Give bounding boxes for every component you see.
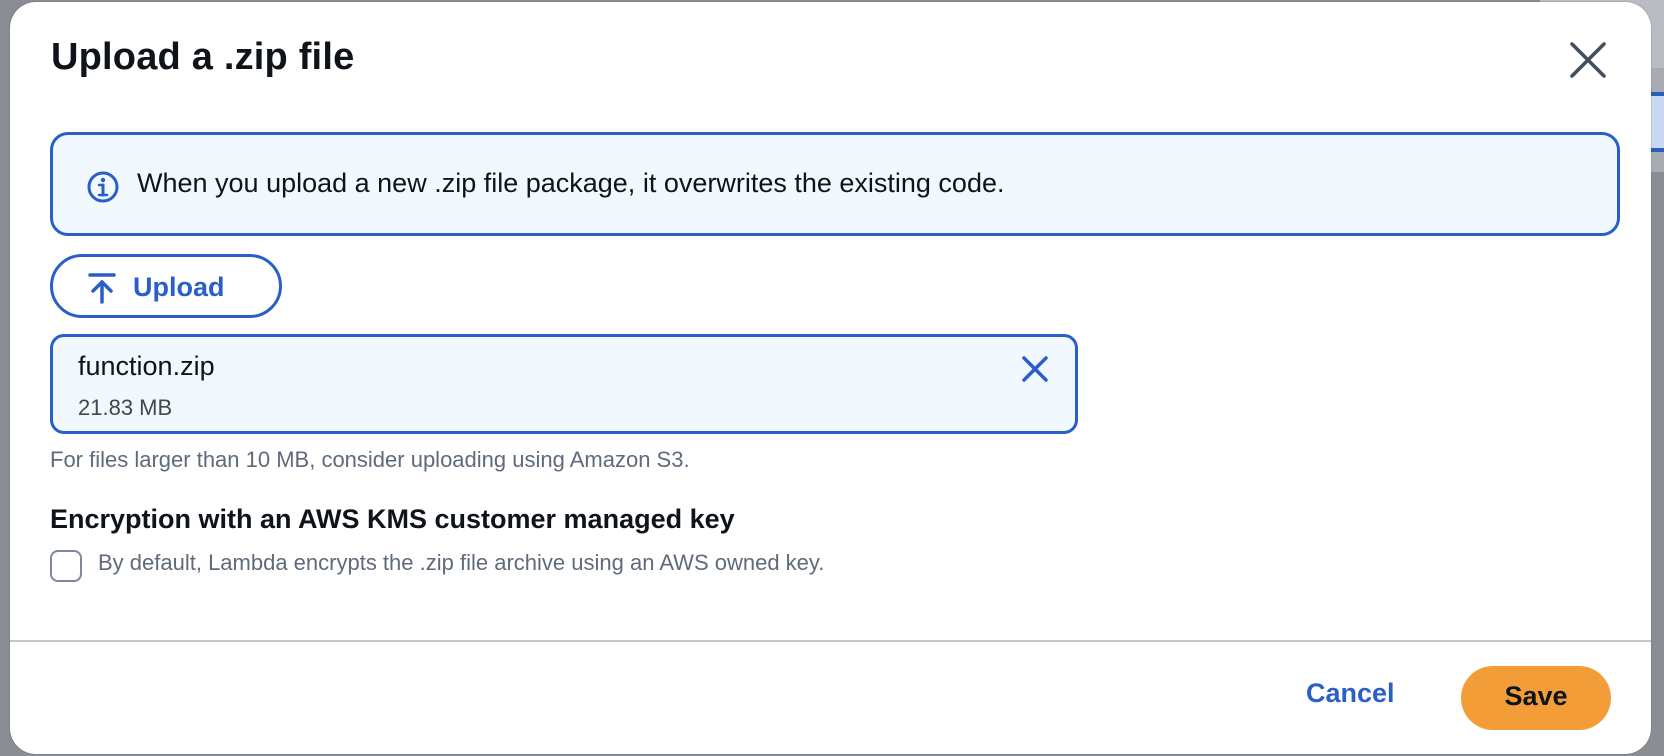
- file-size: 21.83 MB: [78, 395, 173, 420]
- modal-title: Upload a .zip file: [51, 36, 355, 78]
- encryption-checkbox[interactable]: [50, 550, 82, 582]
- save-button-label: Save: [1504, 681, 1568, 711]
- encryption-heading: Encryption with an AWS KMS customer mana…: [50, 504, 735, 534]
- footer-divider: [10, 640, 1651, 642]
- info-message: When you upload a new .zip file package,…: [137, 168, 1005, 198]
- remove-file-icon: [1022, 356, 1048, 382]
- info-icon: [87, 171, 119, 203]
- info-alert: When you upload a new .zip file package,…: [50, 132, 1620, 236]
- close-icon: [1570, 42, 1606, 78]
- upload-button-label: Upload: [133, 272, 225, 302]
- upload-button[interactable]: Upload: [50, 254, 282, 318]
- file-size-hint: For files larger than 10 MB, consider up…: [50, 447, 690, 472]
- selected-file-token: function.zip 21.83 MB: [50, 334, 1078, 434]
- upload-icon: [88, 273, 116, 304]
- remove-file-button[interactable]: [1019, 353, 1051, 385]
- encryption-checkbox-label[interactable]: By default, Lambda encrypts the .zip fil…: [98, 550, 824, 576]
- upload-zip-modal: Upload a .zip file When you upload a new…: [10, 2, 1651, 754]
- file-name: function.zip: [78, 351, 215, 381]
- close-button[interactable]: [1566, 38, 1610, 82]
- cancel-button[interactable]: Cancel: [1306, 678, 1395, 709]
- save-button[interactable]: Save: [1461, 666, 1611, 730]
